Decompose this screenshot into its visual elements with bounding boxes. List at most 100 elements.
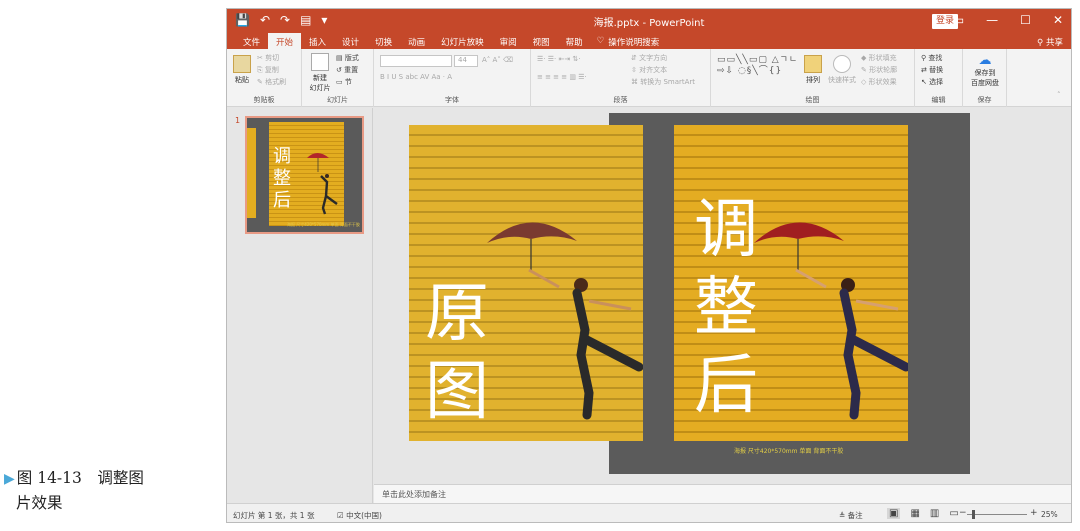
find-button[interactable]: ⚲ 查找 <box>921 53 942 63</box>
collapse-ribbon-icon[interactable]: ˄ <box>1057 91 1061 99</box>
zoom-slider[interactable] <box>967 510 1027 519</box>
group-clipboard: 粘贴 ✂ 剪切 ⎘ 复制 ✎ 格式刷 剪贴板 <box>227 49 302 107</box>
group-editing: ⚲ 查找 ⇄ 替换 ↖ 选择 编辑 <box>915 49 963 107</box>
slide-editing-area: 原 图 调 整 后 海报 尺寸420*570mm 单面 背面不干胶 <box>374 108 1071 484</box>
tab-transitions[interactable]: 切换 <box>367 33 400 49</box>
replace-button[interactable]: ⇄ 替换 <box>921 65 943 75</box>
shape-outline-button[interactable]: ✎ 形状轮廓 <box>861 65 897 75</box>
tab-animations[interactable]: 动画 <box>400 33 433 49</box>
arrange-button[interactable]: 排列 <box>803 55 823 85</box>
ribbon: 粘贴 ✂ 剪切 ⎘ 复制 ✎ 格式刷 剪贴板 新建 幻灯片 ▤ 版式 ↺ 重置 ▭… <box>227 49 1071 107</box>
zoom-slider-handle[interactable] <box>972 510 975 519</box>
ribbon-tabs: 文件 开始 插入 设计 切换 动画 幻灯片放映 审阅 视图 帮助 ♡ 操作说明搜索… <box>227 33 1071 49</box>
quick-styles-button[interactable]: 快速样式 <box>825 55 859 85</box>
slideshow-view-icon[interactable]: ▭ <box>949 508 958 519</box>
new-slide-button[interactable]: 新建 幻灯片 <box>306 53 334 93</box>
tab-insert[interactable]: 插入 <box>301 33 334 49</box>
language-status[interactable]: ☑ 中文(中国) <box>337 510 382 521</box>
font-name-box[interactable] <box>380 55 452 67</box>
shape-effects-button[interactable]: ◇ 形状效果 <box>861 77 897 87</box>
cut-label: 剪切 <box>265 54 280 62</box>
smartart-label: 转换为 SmartArt <box>640 78 696 86</box>
font-format-row[interactable]: B I U S abc AV Aa · A <box>380 73 452 81</box>
paste-button[interactable]: 粘贴 <box>231 55 253 85</box>
tab-help[interactable]: 帮助 <box>558 33 591 49</box>
paste-icon <box>233 55 251 73</box>
zoom-percent[interactable]: 25% <box>1041 510 1058 519</box>
arrange-icon <box>804 55 822 73</box>
caption-line-1: 图 14-13 调整图 <box>16 469 144 487</box>
align-text-button[interactable]: ⇳ 对齐文本 <box>631 65 667 75</box>
align-buttons[interactable]: ≡ ≡ ≡ ≡ ▥ ☰· <box>537 73 587 81</box>
tab-slideshow[interactable]: 幻灯片放映 <box>433 33 492 49</box>
list-buttons[interactable]: ☰· ☰· ⇤⇥ ⇅· <box>537 55 581 63</box>
share-button[interactable]: ⚲ 共享 <box>1037 36 1063 48</box>
format-painter-button[interactable]: ✎ 格式刷 <box>257 77 286 87</box>
tab-review[interactable]: 审阅 <box>492 33 525 49</box>
slide-count-status: 幻灯片 第 1 张，共 1 张 <box>233 511 315 520</box>
section-label: 节 <box>344 78 352 86</box>
reset-button[interactable]: ↺ 重置 <box>336 65 358 75</box>
new-slide-label-1: 新建 <box>313 74 327 82</box>
shape-fill-label: 形状填充 <box>868 54 897 62</box>
notes-placeholder: 单击此处添加备注 <box>382 490 446 499</box>
paste-label: 粘贴 <box>235 76 249 84</box>
paragraph-label: 段落 <box>613 96 628 104</box>
figure-caption: ▶ 图 14-13 调整图 片效果 <box>4 466 214 515</box>
cut-button[interactable]: ✂ 剪切 <box>257 53 279 63</box>
notes-toggle-button[interactable]: ≜ 备注 <box>839 510 863 521</box>
quick-styles-label: 快速样式 <box>828 76 856 84</box>
tab-file[interactable]: 文件 <box>235 33 268 49</box>
thumbnail-left-image <box>247 128 256 218</box>
normal-view-icon[interactable]: ▣ <box>887 508 901 519</box>
shape-outline-label: 形状轮廓 <box>869 66 898 74</box>
slide-sorter-icon[interactable]: ▦ <box>910 508 919 519</box>
language-label: 中文(中国) <box>346 511 382 520</box>
shape-fill-button[interactable]: ◆ 形状填充 <box>861 53 897 63</box>
layout-label: 版式 <box>344 54 359 62</box>
slide-caption: 海报 尺寸420*570mm 单面 背面不干胶 <box>734 448 844 455</box>
original-image[interactable]: 原 图 <box>409 125 643 441</box>
minimize-icon[interactable]: — <box>986 13 998 27</box>
maximize-icon[interactable]: ☐ <box>1020 13 1031 27</box>
save-baidu-button[interactable]: ☁ 保存到 百度网盘 <box>965 53 1005 88</box>
tab-home[interactable]: 开始 <box>268 33 302 49</box>
save-baidu-label-2: 百度网盘 <box>971 79 999 87</box>
shapes-gallery[interactable]: ▭▭╲╲▭▢ △ㄱㄴ⇨⇩ ◌§╲⌒{} <box>717 55 799 89</box>
select-button[interactable]: ↖ 选择 <box>921 77 943 87</box>
tab-design[interactable]: 设计 <box>334 33 367 49</box>
window-controls: ▭ — ☐ ✕ <box>953 13 1063 27</box>
spellcheck-icon: ☑ <box>337 511 347 520</box>
tell-me-search[interactable]: ♡ 操作说明搜索 <box>591 33 666 49</box>
adjusted-image[interactable]: 调 整 后 <box>674 125 908 441</box>
reset-label: 重置 <box>344 66 359 74</box>
group-paragraph: ☰· ☰· ⇤⇥ ⇅· ≡ ≡ ≡ ≡ ▥ ☰· ⇵ 文字方向 ⇳ 对齐文本 ⌘… <box>531 49 711 107</box>
ribbon-display-icon[interactable]: ▭ <box>953 13 964 27</box>
zoom-in-button[interactable]: + <box>1030 508 1038 518</box>
layout-button[interactable]: ▤ 版式 <box>336 53 359 63</box>
tell-me-label: 操作说明搜索 <box>608 38 660 48</box>
powerpoint-window: 💾 ↶ ↷ ▤ ▾ 海报.pptx - PowerPoint 登录 ▭ — ☐ … <box>226 8 1072 523</box>
align-text-label: 对齐文本 <box>639 66 668 74</box>
notes-pane[interactable]: 单击此处添加备注 <box>374 484 1071 503</box>
tab-view[interactable]: 视图 <box>525 33 558 49</box>
close-icon[interactable]: ✕ <box>1053 13 1063 27</box>
figure-root: ▶ 图 14-13 调整图 片效果 💾 ↶ ↷ ▤ ▾ 海报.pptx - Pow… <box>0 0 1080 531</box>
clipboard-label: 剪贴板 <box>253 96 275 104</box>
slide-thumbnail[interactable]: 调 整 后 海报 尺寸420*570mm 单面 背面不干胶 <box>245 116 364 234</box>
lightbulb-icon: ♡ <box>596 36 605 46</box>
font-size-controls[interactable]: A˄ A˅ ⌫ <box>482 56 513 64</box>
text-direction-button[interactable]: ⇵ 文字方向 <box>631 53 667 63</box>
original-label: 原 图 <box>425 277 489 429</box>
copy-button[interactable]: ⎘ 复制 <box>257 65 279 75</box>
section-button[interactable]: ▭ 节 <box>336 77 352 87</box>
reading-view-icon[interactable]: ▥ <box>930 508 939 519</box>
thumbnail-number: 1 <box>235 116 241 125</box>
group-font: 44 A˄ A˅ ⌫ B I U S abc AV Aa · A 字体 <box>374 49 531 107</box>
font-size-box[interactable]: 44 <box>454 55 478 67</box>
smartart-button[interactable]: ⌘ 转换为 SmartArt <box>631 77 695 87</box>
baidu-cloud-icon: ☁ <box>978 53 992 68</box>
caption-marker-icon: ▶ <box>4 471 15 487</box>
ribbon-tab-list: 文件 开始 插入 设计 切换 动画 幻灯片放映 审阅 视图 帮助 ♡ 操作说明搜索 <box>235 33 665 49</box>
zoom-out-button[interactable]: − <box>959 508 967 518</box>
